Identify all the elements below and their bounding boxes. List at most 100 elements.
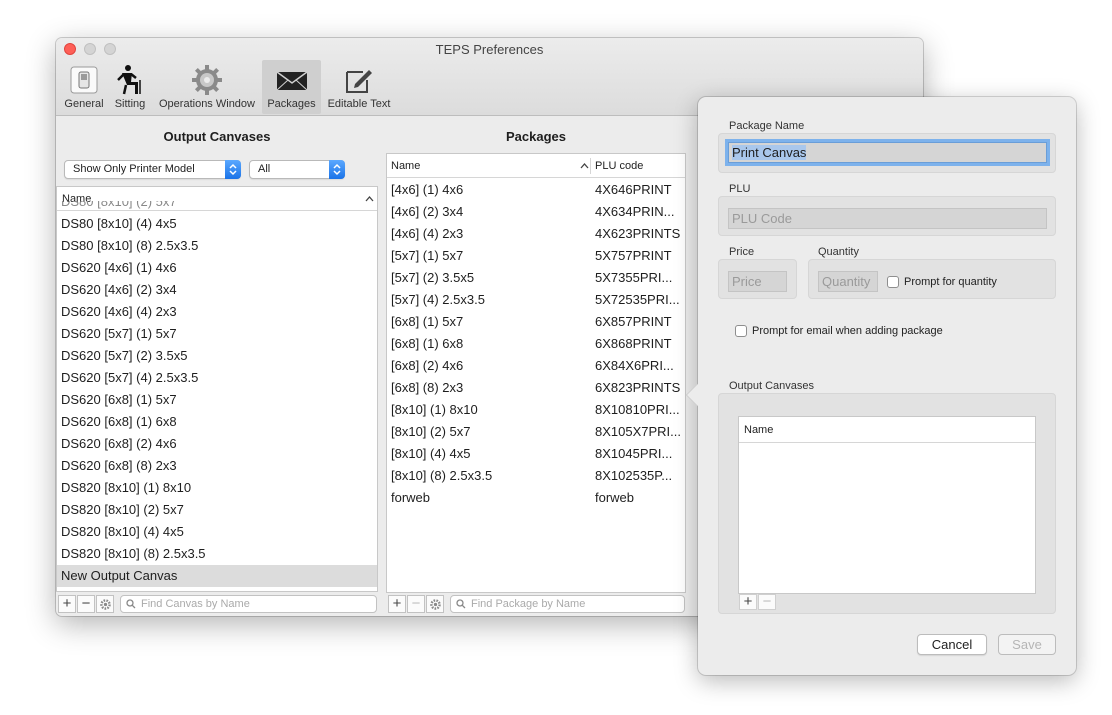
table-row[interactable]: [5x7] (1) 5x7 5X757PRINT (387, 245, 685, 267)
list-item[interactable]: DS80 [8x10] (4) 4x5 (57, 213, 377, 235)
list-item[interactable]: DS820 [8x10] (4) 4x5 (57, 521, 377, 543)
canvas-list-actions: + − Find Canvas by Name (58, 595, 378, 615)
list-item[interactable]: DS620 [5x7] (1) 5x7 (57, 323, 377, 345)
plu-field[interactable]: PLU Code (728, 208, 1047, 229)
popup-arrows-icon (329, 160, 345, 179)
package-name-cell: [4x6] (4) 2x3 (391, 226, 464, 241)
table-row[interactable]: [4x6] (1) 4x6 4X646PRINT (387, 179, 685, 201)
gear-icon (99, 599, 111, 610)
table-row[interactable]: [5x7] (4) 2.5x3.5 5X72535PRI... (387, 289, 685, 311)
package-name-cell: forweb (391, 490, 431, 505)
package-name-field[interactable]: Print Canvas (728, 142, 1047, 163)
sort-ascending-icon (580, 163, 589, 169)
plu-code-cell: 6X84X6PRI... (595, 358, 674, 373)
toolbar-editable-text[interactable]: Editable Text (323, 60, 395, 114)
package-canvases-table[interactable]: Name (738, 416, 1036, 594)
switch-icon (70, 66, 98, 94)
printer-model-popup[interactable]: All (249, 160, 345, 179)
list-item[interactable]: DS80 [8x10] (8) 2.5x3.5 (57, 235, 377, 257)
list-item[interactable]: DS620 [6x8] (8) 2x3 (57, 455, 377, 477)
table-row[interactable]: forweb forweb (387, 487, 685, 509)
table-row[interactable]: [6x8] (1) 5x7 6X857PRINT (387, 311, 685, 333)
package-name-cell: [6x8] (8) 2x3 (391, 380, 464, 395)
toolbar-sitting[interactable]: Sitting (108, 60, 152, 114)
list-item[interactable]: DS80 [8x10] (2) 5x7 (57, 201, 377, 213)
package-name-cell: [8x10] (1) 8x10 (391, 402, 478, 417)
plu-label: PLU (729, 183, 751, 195)
table-row[interactable]: [6x8] (2) 4x6 6X84X6PRI... (387, 355, 685, 377)
quantity-label: Quantity (818, 246, 859, 258)
prompt-email-label: Prompt for email when adding package (752, 325, 943, 337)
gear-icon (429, 599, 441, 610)
list-item[interactable]: DS620 [4x6] (4) 2x3 (57, 301, 377, 323)
output-canvases-group: Name + − (718, 393, 1056, 614)
table-row[interactable]: [6x8] (1) 6x8 6X868PRINT (387, 333, 685, 355)
table-row[interactable]: [6x8] (8) 2x3 6X823PRINTS (387, 377, 685, 399)
package-name-cell: [5x7] (2) 3.5x5 (391, 270, 475, 285)
price-field[interactable]: Price (728, 271, 787, 292)
prompt-quantity-checkbox[interactable] (887, 276, 899, 288)
add-canvas-to-package-button[interactable]: + (739, 594, 757, 610)
table-row[interactable]: [8x10] (8) 2.5x3.5 8X102535P... (387, 465, 685, 487)
table-row[interactable]: [4x6] (2) 3x4 4X634PRIN... (387, 201, 685, 223)
plu-code-cell: 4X634PRIN... (595, 204, 675, 219)
plu-code-cell: 6X868PRINT (595, 336, 672, 351)
list-item[interactable]: DS620 [4x6] (2) 3x4 (57, 279, 377, 301)
price-group: Price (718, 259, 797, 299)
list-item[interactable]: DS620 [6x8] (2) 4x6 (57, 433, 377, 455)
package-search-field[interactable]: Find Package by Name (450, 595, 685, 613)
name-column-header[interactable]: Name (739, 417, 1035, 443)
list-item[interactable]: DS620 [5x7] (4) 2.5x3.5 (57, 367, 377, 389)
package-name-cell: [8x10] (2) 5x7 (391, 424, 471, 439)
remove-package-button[interactable]: − (407, 595, 425, 613)
prompt-email-checkbox[interactable] (735, 325, 747, 337)
quantity-group: Quantity Prompt for quantity (808, 259, 1056, 299)
plu-group: PLU Code (718, 196, 1056, 236)
save-button[interactable]: Save (998, 634, 1056, 655)
list-item[interactable]: DS620 [6x8] (1) 6x8 (57, 411, 377, 433)
output-canvases-list[interactable]: Name DS80 [8x10] (2) 5x7 DS80 [8x10] (4)… (56, 186, 378, 592)
package-name-cell: [8x10] (8) 2.5x3.5 (391, 468, 493, 483)
toolbar-general[interactable]: General (62, 60, 106, 114)
list-item[interactable]: DS620 [6x8] (1) 5x7 (57, 389, 377, 411)
name-column-header[interactable]: Name (391, 154, 420, 178)
add-canvas-button[interactable]: + (58, 595, 76, 613)
table-row[interactable]: [8x10] (1) 8x10 8X10810PRI... (387, 399, 685, 421)
search-icon (126, 599, 136, 609)
remove-canvas-from-package-button[interactable]: − (758, 594, 776, 610)
packages-title: Packages (506, 129, 566, 144)
table-row[interactable]: [4x6] (4) 2x3 4X623PRINTS (387, 223, 685, 245)
pencil-edit-icon (346, 70, 372, 93)
plu-column-header[interactable]: PLU code (595, 154, 643, 178)
list-item[interactable]: DS820 [8x10] (2) 5x7 (57, 499, 377, 521)
plu-code-cell: 8X102535P... (595, 468, 673, 483)
remove-canvas-button[interactable]: − (77, 595, 95, 613)
new-output-canvas-item[interactable]: New Output Canvas (57, 565, 377, 587)
package-actions-button[interactable] (426, 595, 444, 613)
canvas-actions-button[interactable] (96, 595, 114, 613)
list-item[interactable]: DS820 [8x10] (1) 8x10 (57, 477, 377, 499)
add-package-button[interactable]: + (388, 595, 406, 613)
table-row[interactable]: [8x10] (2) 5x7 8X105X7PRI... (387, 421, 685, 443)
cancel-button[interactable]: Cancel (917, 634, 987, 655)
quantity-field[interactable]: Quantity (818, 271, 878, 292)
plu-code-cell: 5X757PRINT (595, 248, 672, 263)
price-label: Price (729, 246, 755, 258)
packages-table[interactable]: Name PLU code [4x6] (1) 4x6 4X646PRINT [4x… (386, 153, 686, 593)
toolbar-operations-window[interactable]: Operations Window (154, 60, 260, 114)
plu-code-cell: 6X857PRINT (595, 314, 672, 329)
list-item[interactable]: DS820 [8x10] (8) 2.5x3.5 (57, 543, 377, 565)
canvas-search-field[interactable]: Find Canvas by Name (120, 595, 377, 613)
packages-table-header: Name PLU code (387, 154, 685, 178)
table-row[interactable]: [5x7] (2) 3.5x5 5X7355PRI... (387, 267, 685, 289)
plu-code-cell: 8X105X7PRI... (595, 424, 681, 439)
package-name-cell: [4x6] (2) 3x4 (391, 204, 464, 219)
list-item[interactable]: DS620 [4x6] (1) 4x6 (57, 257, 377, 279)
plu-code-cell: 6X823PRINTS (595, 380, 681, 395)
package-name-cell: [6x8] (1) 5x7 (391, 314, 464, 329)
toolbar-packages[interactable]: Packages (262, 60, 321, 114)
table-row[interactable]: [8x10] (4) 4x5 8X1045PRI... (387, 443, 685, 465)
printer-filter-popup[interactable]: Show Only Printer Model (64, 160, 241, 179)
plu-code-cell: 5X72535PRI... (595, 292, 680, 307)
list-item[interactable]: DS620 [5x7] (2) 3.5x5 (57, 345, 377, 367)
